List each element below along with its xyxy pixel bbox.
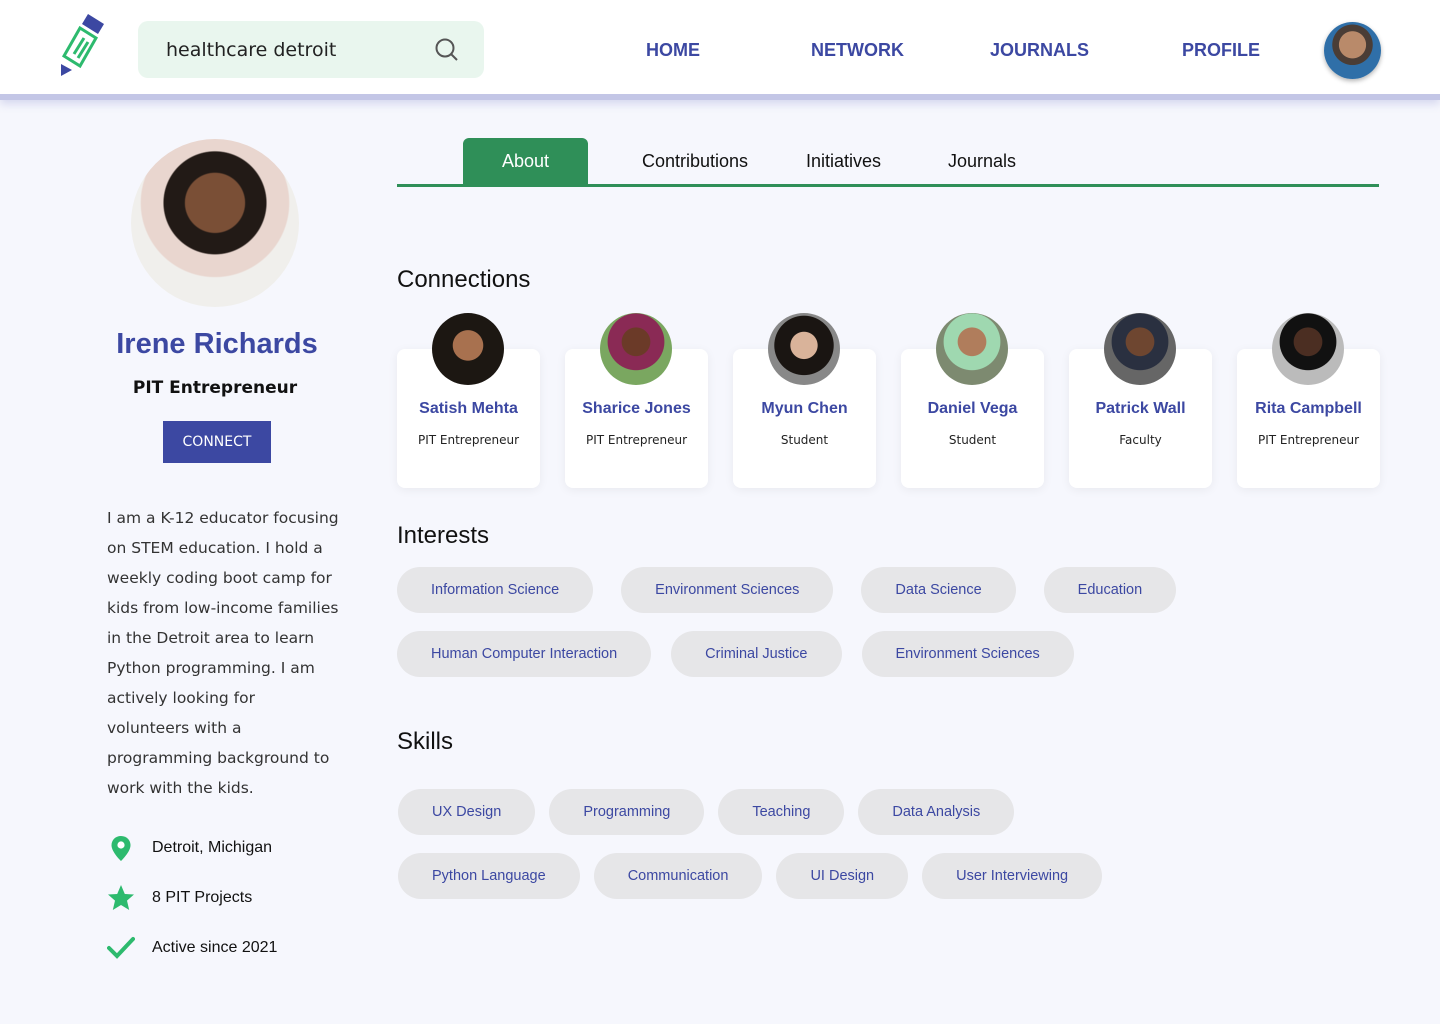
tag-chip[interactable]: Communication xyxy=(593,853,763,899)
interests-heading: Interests xyxy=(397,522,490,549)
connection-role: Faculty xyxy=(1119,433,1162,447)
tab-contributions[interactable]: Contributions xyxy=(642,138,748,184)
search-input[interactable] xyxy=(166,21,426,78)
connection-name[interactable]: Satish Mehta xyxy=(397,400,540,418)
tag-chip[interactable]: Criminal Justice xyxy=(671,631,842,677)
location-pin-icon xyxy=(111,836,131,861)
projects-text: 8 PIT Projects xyxy=(152,889,253,906)
tab-about[interactable]: About xyxy=(463,138,588,184)
user-avatar[interactable] xyxy=(1324,22,1381,79)
tag-chip[interactable]: UX Design xyxy=(398,789,536,835)
search-bar xyxy=(138,21,484,78)
active-text: Active since 2021 xyxy=(152,939,278,956)
skills-row: UX Design Programming Teaching Data Analysi… xyxy=(398,789,1015,835)
tag-chip[interactable]: Information Science xyxy=(397,567,594,613)
tag-chip[interactable]: Environment Sciences xyxy=(621,567,834,613)
search-icon[interactable] xyxy=(434,37,460,63)
tag-chip[interactable]: Programming xyxy=(549,789,705,835)
star-icon xyxy=(108,885,134,910)
connection-role: PIT Entrepreneur xyxy=(1257,433,1360,447)
connections-heading: Connections xyxy=(397,266,531,293)
tag-chip[interactable]: Data Science xyxy=(861,567,1016,613)
connection-name[interactable]: Daniel Vega xyxy=(901,400,1044,418)
nav-profile[interactable]: PROFILE xyxy=(1182,40,1260,61)
connection-card[interactable]: Myun Chen Student xyxy=(733,313,876,488)
tag-chip[interactable]: User Interviewing xyxy=(922,853,1103,899)
profile-tabs: About Contributions Initiatives Journals xyxy=(397,138,1379,187)
connection-role: PIT Entrepreneur xyxy=(417,433,520,447)
location-text: Detroit, Michigan xyxy=(152,839,273,856)
active-row: Active since 2021 xyxy=(107,934,277,962)
profile-avatar xyxy=(131,139,299,307)
tab-journals[interactable]: Journals xyxy=(948,138,1016,184)
tag-chip[interactable]: UI Design xyxy=(776,853,909,899)
tag-chip[interactable]: Human Computer Interaction xyxy=(397,631,652,677)
location-row: Detroit, Michigan xyxy=(107,834,272,862)
skills-heading: Skills xyxy=(397,728,454,755)
connection-role: Student xyxy=(948,433,997,447)
connection-avatar[interactable] xyxy=(600,313,672,385)
nav-home[interactable]: HOME xyxy=(646,40,700,61)
connection-card[interactable]: Sharice Jones PIT Entrepreneur xyxy=(565,313,708,488)
profile-role: PIT Entrepreneur xyxy=(132,378,298,398)
connection-card[interactable]: Daniel Vega Student xyxy=(901,313,1044,488)
connection-role: PIT Entrepreneur xyxy=(585,433,688,447)
connection-card[interactable]: Satish Mehta PIT Entrepreneur xyxy=(397,313,540,488)
connection-avatar[interactable] xyxy=(768,313,840,385)
tab-initiatives[interactable]: Initiatives xyxy=(806,138,881,184)
projects-row: 8 PIT Projects xyxy=(107,884,252,912)
skills-row: Python Language Communication UI Design Use… xyxy=(398,853,1103,899)
connection-card[interactable]: Rita Campbell PIT Entrepreneur xyxy=(1237,313,1380,488)
connection-name[interactable]: Patrick Wall xyxy=(1069,400,1212,418)
interests-row: Information Science Environment Sciences D… xyxy=(397,567,1177,613)
checkmark-icon xyxy=(107,937,135,959)
tag-chip[interactable]: Teaching xyxy=(718,789,845,835)
top-header: HOME NETWORK JOURNALS PROFILE xyxy=(0,0,1440,100)
connect-button[interactable]: CONNECT xyxy=(163,421,271,463)
connection-name[interactable]: Rita Campbell xyxy=(1237,400,1380,418)
tag-chip[interactable]: Data Analysis xyxy=(858,789,1015,835)
nav-network[interactable]: NETWORK xyxy=(811,40,904,61)
connection-avatar[interactable] xyxy=(432,313,504,385)
tag-chip[interactable]: Education xyxy=(1043,567,1177,613)
connection-avatar[interactable] xyxy=(936,313,1008,385)
logo-icon[interactable] xyxy=(58,12,108,78)
connection-name[interactable]: Myun Chen xyxy=(733,400,876,418)
connection-avatar[interactable] xyxy=(1104,313,1176,385)
connection-name[interactable]: Sharice Jones xyxy=(565,400,708,418)
interests-row: Human Computer Interaction Criminal Justi… xyxy=(397,631,1074,677)
connection-avatar[interactable] xyxy=(1272,313,1344,385)
connection-role: Student xyxy=(780,433,829,447)
nav-journals[interactable]: JOURNALS xyxy=(990,40,1089,61)
profile-bio: I am a K-12 educator focusing on STEM ed… xyxy=(107,509,339,797)
tag-chip[interactable]: Python Language xyxy=(398,853,580,899)
tag-chip[interactable]: Environment Sciences xyxy=(861,631,1074,677)
profile-name: Irene Richards xyxy=(116,328,318,360)
connection-card[interactable]: Patrick Wall Faculty xyxy=(1069,313,1212,488)
